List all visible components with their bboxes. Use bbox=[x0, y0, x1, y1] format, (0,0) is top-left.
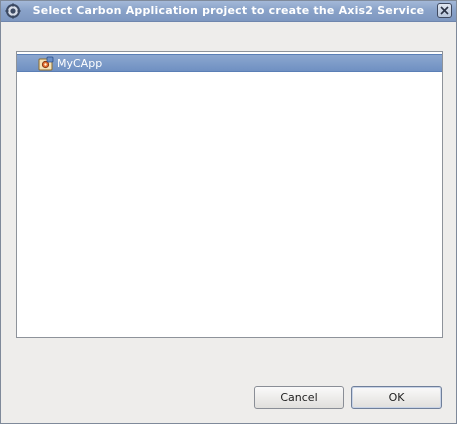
dialog-title: Select Carbon Application project to cre… bbox=[32, 4, 425, 17]
list-item-label: MyCApp bbox=[57, 57, 103, 70]
carbon-app-project-icon bbox=[38, 56, 54, 72]
dialog-window: Select Carbon Application project to cre… bbox=[0, 0, 457, 424]
title-bar[interactable]: Select Carbon Application project to cre… bbox=[1, 1, 456, 22]
close-icon bbox=[438, 4, 451, 17]
cancel-button[interactable]: Cancel bbox=[254, 386, 344, 409]
ok-button[interactable]: OK bbox=[351, 386, 442, 409]
project-list[interactable]: MyCApp bbox=[16, 51, 443, 338]
close-button[interactable] bbox=[437, 3, 452, 18]
list-item-mycapp[interactable]: MyCApp bbox=[17, 54, 442, 72]
